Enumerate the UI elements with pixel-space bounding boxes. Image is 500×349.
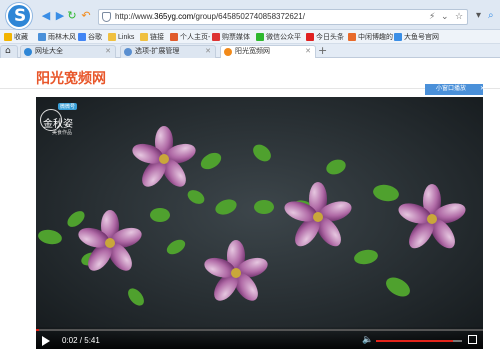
bookmarks-bar: 收藏 雨林木风 谷歌 Links 链接 个人主页- 购票媒体 微信公众平 今日头条 中闲博趣的 大鱼… bbox=[0, 30, 500, 44]
bookmark-icon bbox=[170, 33, 178, 41]
bookmark-item[interactable]: 收藏 bbox=[4, 32, 28, 42]
channel-watermark: 微微号 金秋姿 美食作品 bbox=[40, 103, 84, 137]
lightning-icon[interactable]: ⚡ bbox=[429, 12, 435, 22]
bookmark-item[interactable]: 微信公众平 bbox=[256, 32, 301, 42]
star-icon[interactable]: ☆ bbox=[455, 12, 463, 22]
play-icon[interactable] bbox=[42, 336, 50, 346]
bookmark-item[interactable]: 大鱼号官网 bbox=[394, 32, 439, 42]
tab-favicon-icon bbox=[24, 48, 32, 56]
browser-logo-icon[interactable]: S bbox=[6, 3, 32, 29]
tab-label: 网址大全 bbox=[35, 48, 63, 55]
tab-label: 阳光宽频网 bbox=[235, 48, 270, 55]
browser-tab[interactable]: 网址大全 ✕ bbox=[20, 45, 116, 58]
browser-tab[interactable]: 阳光宽频网 ✕ bbox=[220, 45, 316, 58]
volume-icon[interactable]: 🔈 bbox=[362, 335, 373, 345]
bookmark-label: 今日头条 bbox=[316, 34, 344, 41]
bookmark-icon bbox=[140, 33, 148, 41]
search-icon[interactable]: ⌕ bbox=[488, 10, 494, 21]
back-icon[interactable]: ◀ bbox=[40, 10, 52, 22]
close-icon[interactable]: ✕ bbox=[480, 86, 485, 92]
tab-close-icon[interactable]: ✕ bbox=[205, 46, 211, 58]
bookmark-item[interactable]: 今日头条 bbox=[306, 32, 344, 42]
bookmark-label: 购票媒体 bbox=[222, 34, 250, 41]
dropdown-icon[interactable]: ⌄ bbox=[441, 12, 449, 22]
bookmark-icon bbox=[394, 33, 402, 41]
tab-label: 选项-扩展管理 bbox=[135, 48, 180, 55]
security-shield-icon bbox=[102, 12, 111, 22]
bookmark-icon bbox=[108, 33, 116, 41]
bookmark-label: 个人主页- bbox=[180, 34, 211, 41]
channel-badge: 微微号 bbox=[58, 103, 78, 110]
site-logo[interactable]: 阳光宽频网 bbox=[36, 68, 106, 88]
bookmark-icon bbox=[256, 33, 264, 41]
bookmark-icon bbox=[306, 33, 314, 41]
browser-toolbar: S ◀ ▶ ↻ ↶ http://www.365yg.com/group/645… bbox=[0, 0, 500, 30]
channel-name: 金秋姿 bbox=[43, 119, 73, 130]
video-controls: 0:02 / 5:41 🔈 bbox=[36, 327, 483, 349]
menu-dropdown-icon[interactable]: ▾ bbox=[476, 10, 481, 21]
bookmark-label: 大鱼号官网 bbox=[404, 34, 439, 41]
tab-strip: ⌂ 网址大全 ✕ 选项-扩展管理 ✕ 阳光宽频网 ✕ + bbox=[0, 44, 500, 58]
address-url[interactable]: http://www.365yg.com/group/6458502740858… bbox=[115, 12, 305, 21]
bookmark-item[interactable]: Links bbox=[108, 32, 134, 42]
fullscreen-icon[interactable] bbox=[468, 335, 477, 344]
progress-fill bbox=[36, 329, 39, 331]
bookmark-icon bbox=[212, 33, 220, 41]
tab-favicon-icon bbox=[124, 48, 132, 56]
undo-icon[interactable]: ↶ bbox=[80, 10, 92, 22]
browser-tab[interactable]: 选项-扩展管理 ✕ bbox=[120, 45, 216, 58]
video-player[interactable]: 微微号 金秋姿 美食作品 0:02 / 5:41 🔈 bbox=[36, 97, 483, 349]
bookmark-item[interactable]: 链接 bbox=[140, 32, 164, 42]
bookmark-label: 链接 bbox=[150, 34, 164, 41]
bookmark-item[interactable]: 谷歌 bbox=[78, 32, 102, 42]
mini-player-label: 小窗口播放 bbox=[436, 86, 467, 92]
tab-close-icon[interactable]: ✕ bbox=[105, 46, 111, 58]
bookmark-icon bbox=[348, 33, 356, 41]
bookmark-icon bbox=[38, 33, 46, 41]
forward-icon[interactable]: ▶ bbox=[54, 10, 66, 22]
refresh-icon[interactable]: ↻ bbox=[66, 10, 78, 22]
channel-subtitle: 美食作品 bbox=[52, 130, 73, 136]
tab-close-icon[interactable]: ✕ bbox=[305, 46, 311, 58]
bookmark-item[interactable]: 个人主页- bbox=[170, 32, 210, 42]
bookmark-label: 雨林木风 bbox=[48, 34, 76, 41]
page-content: 阳光宽频网 小窗口播放 ✕ 微微号 金秋姿 美食作品 0:02 / 5:41 🔈 bbox=[0, 58, 500, 349]
bookmark-label: Links bbox=[118, 33, 135, 41]
mini-player-button[interactable]: 小窗口播放 ✕ bbox=[425, 84, 485, 95]
bookmark-item[interactable]: 中闲博趣的 bbox=[348, 32, 393, 42]
time-display: 0:02 / 5:41 bbox=[62, 336, 100, 345]
bookmark-icon bbox=[78, 33, 86, 41]
bookmark-label: 收藏 bbox=[14, 34, 28, 41]
tab-favicon-icon bbox=[224, 48, 232, 56]
bookmark-label: 中闲博趣的 bbox=[358, 34, 393, 41]
volume-fill bbox=[376, 340, 454, 342]
video-frame bbox=[36, 97, 483, 349]
home-icon[interactable]: ⌂ bbox=[0, 45, 18, 58]
bookmark-icon bbox=[4, 33, 12, 41]
bookmark-item[interactable]: 雨林木风 bbox=[38, 32, 76, 42]
progress-bar[interactable] bbox=[36, 329, 483, 331]
bookmark-label: 谷歌 bbox=[88, 34, 102, 41]
new-tab-button[interactable]: + bbox=[318, 44, 327, 57]
address-bar[interactable]: http://www.365yg.com/group/6458502740858… bbox=[98, 9, 468, 25]
volume-slider[interactable] bbox=[376, 340, 462, 342]
bookmark-label: 微信公众平 bbox=[266, 34, 301, 41]
bookmark-item[interactable]: 购票媒体 bbox=[212, 32, 250, 42]
